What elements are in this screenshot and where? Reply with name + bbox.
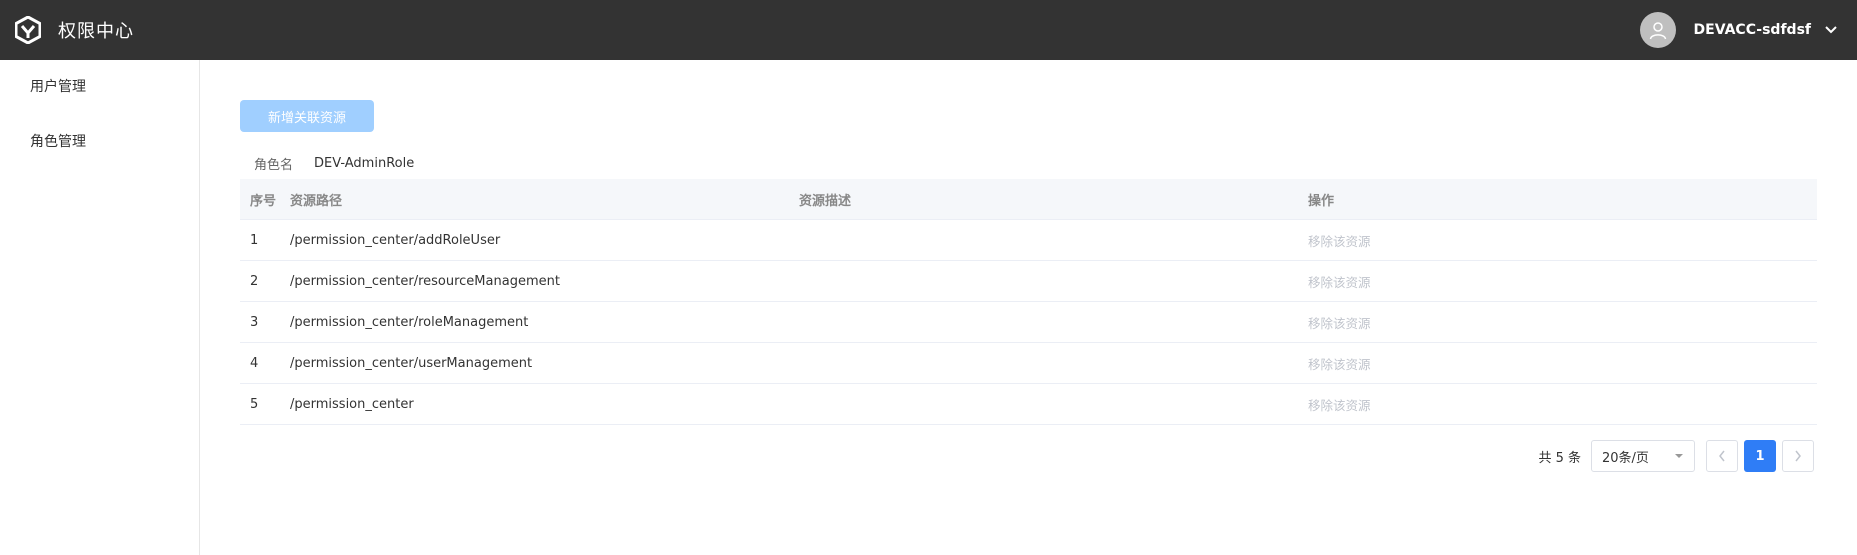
app-title: 权限中心 (58, 21, 134, 42)
row-index: 1 (250, 232, 259, 248)
username[interactable]: DEVACC-sdfdsf (1694, 22, 1811, 38)
row-path: /permission_center/userManagement (290, 355, 533, 371)
main-content: 新增关联资源 角色名 DEV-AdminRole 序号 资源路径 资源描述 操作… (200, 60, 1857, 555)
table-row: 3 /permission_center/roleManagement 移除该资… (240, 302, 1817, 343)
remove-resource-link[interactable]: 移除该资源 (1308, 316, 1371, 331)
pagination: 共 5 条 20条/页 1 (1538, 440, 1817, 472)
user-icon (1649, 22, 1666, 40)
table-header: 序号 资源路径 资源描述 操作 (240, 179, 1817, 220)
role-name-value: DEV-AdminRole (314, 155, 415, 171)
page-size-select[interactable]: 20条/页 (1591, 440, 1695, 472)
role-info: 角色名 DEV-AdminRole (240, 152, 414, 174)
sidebar: 用户管理 角色管理 (0, 60, 200, 555)
brand[interactable]: 权限中心 (15, 15, 134, 45)
page-size-value: 20条/页 (1602, 450, 1649, 466)
row-index: 5 (250, 396, 259, 412)
header-index: 序号 (250, 193, 277, 209)
header-description: 资源描述 (799, 193, 852, 209)
remove-resource-link[interactable]: 移除该资源 (1308, 357, 1371, 372)
user-menu[interactable]: DEVACC-sdfdsf (1639, 0, 1857, 60)
total-count: 共 5 条 (1538, 450, 1581, 466)
row-path: /permission_center (290, 396, 414, 412)
resource-table: 序号 资源路径 资源描述 操作 1 /permission_center/add… (240, 179, 1817, 425)
row-path: /permission_center/resourceManagement (290, 273, 560, 289)
table-row: 2 /permission_center/resourceManagement … (240, 261, 1817, 302)
next-page-button[interactable] (1782, 440, 1814, 472)
row-index: 3 (250, 314, 259, 330)
row-index: 4 (250, 355, 259, 371)
top-navbar: 权限中心 DEVACC-sdfdsf (0, 0, 1857, 60)
role-name-label: 角色名 (254, 157, 294, 173)
chevron-left-icon (1719, 450, 1725, 462)
chevron-right-icon (1795, 450, 1801, 462)
avatar[interactable] (1639, 12, 1676, 48)
page-number-current[interactable]: 1 (1744, 440, 1776, 472)
sidebar-item-roles[interactable]: 角色管理 (0, 115, 199, 170)
remove-resource-link[interactable]: 移除该资源 (1308, 275, 1371, 290)
table-row: 1 /permission_center/addRoleUser 移除该资源 (240, 220, 1817, 261)
table-row: 5 /permission_center 移除该资源 (240, 384, 1817, 425)
prev-page-button[interactable] (1706, 440, 1738, 472)
add-resource-button[interactable]: 新增关联资源 (240, 100, 374, 132)
row-path: /permission_center/roleManagement (290, 314, 529, 330)
row-path: /permission_center/addRoleUser (290, 232, 501, 248)
logo-icon (15, 15, 41, 45)
header-operation: 操作 (1308, 193, 1335, 209)
row-index: 2 (250, 273, 259, 289)
remove-resource-link[interactable]: 移除该资源 (1308, 234, 1371, 249)
caret-down-icon (1675, 454, 1683, 458)
chevron-down-icon[interactable] (1819, 26, 1843, 34)
table-row: 4 /permission_center/userManagement 移除该资… (240, 343, 1817, 384)
sidebar-item-users[interactable]: 用户管理 (0, 60, 199, 115)
remove-resource-link[interactable]: 移除该资源 (1308, 398, 1371, 413)
header-path: 资源路径 (290, 193, 343, 209)
